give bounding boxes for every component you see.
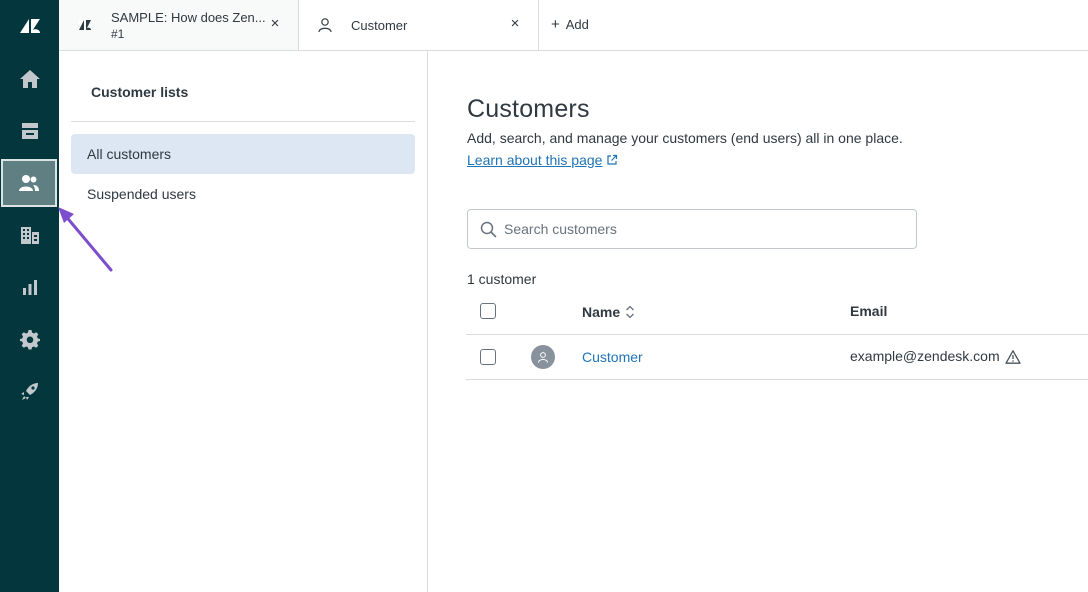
tab-ticket[interactable]: SAMPLE: How does Zen... #1 × (59, 0, 299, 50)
list-item-suspended-users[interactable]: Suspended users (71, 174, 415, 214)
search-input[interactable] (504, 210, 904, 248)
customer-lists-heading: Customer lists (91, 84, 189, 100)
warning-icon[interactable] (1005, 349, 1021, 365)
select-all-checkbox[interactable] (480, 303, 496, 319)
zendesk-logo-icon[interactable] (0, 2, 59, 50)
add-tab-label: Add (565, 17, 589, 32)
customer-lists-panel: Customer lists All customers Suspended u… (59, 51, 428, 592)
list-item-all-customers[interactable]: All customers (71, 134, 415, 174)
table-row[interactable]: Customer example@zendesk.com (466, 335, 1088, 380)
tab-customer-title: Customer (351, 18, 408, 33)
reporting-icon[interactable] (0, 263, 59, 311)
column-header-email: Email (850, 303, 888, 319)
close-icon[interactable]: × (508, 16, 522, 31)
search-icon (480, 221, 497, 238)
add-tab-button[interactable]: + Add (551, 15, 589, 33)
column-header-name[interactable]: Name (582, 304, 635, 320)
page-title: Customers (467, 95, 590, 123)
customers-main: Customers Add, search, and manage your c… (428, 51, 1088, 592)
customer-name-link[interactable]: Customer (582, 349, 643, 365)
plus-icon: + (551, 15, 560, 33)
tab-ticket-title: SAMPLE: How does Zen... (111, 10, 266, 25)
learn-about-page-link[interactable]: Learn about this page (467, 152, 618, 168)
user-icon (317, 17, 333, 33)
customer-count: 1 customer (467, 271, 537, 287)
home-icon[interactable] (0, 55, 59, 103)
external-link-icon (607, 154, 618, 165)
table-header: Name Email (466, 291, 1088, 335)
tab-ticket-id: #1 (111, 27, 125, 41)
user-icon (538, 352, 548, 363)
rocket-icon[interactable] (0, 367, 59, 415)
views-icon[interactable] (0, 107, 59, 155)
close-icon[interactable]: × (268, 16, 282, 31)
row-checkbox[interactable] (480, 349, 496, 365)
tab-bar: SAMPLE: How does Zen... #1 × Customer × … (59, 0, 1088, 51)
search-box (467, 209, 917, 249)
organizations-icon[interactable] (0, 211, 59, 259)
customers-icon[interactable] (1, 159, 57, 207)
nav-rail (0, 0, 59, 592)
admin-gear-icon[interactable] (0, 315, 59, 363)
avatar (531, 345, 555, 369)
column-header-name-label: Name (582, 304, 621, 320)
page-description: Add, search, and manage your customers (… (467, 130, 903, 146)
tab-customer[interactable]: Customer × (299, 0, 539, 50)
sort-icon (626, 305, 635, 319)
customer-email: example@zendesk.com (850, 348, 1000, 364)
divider (71, 121, 415, 122)
learn-link-label: Learn about this page (467, 152, 603, 168)
ticket-icon (77, 17, 93, 33)
